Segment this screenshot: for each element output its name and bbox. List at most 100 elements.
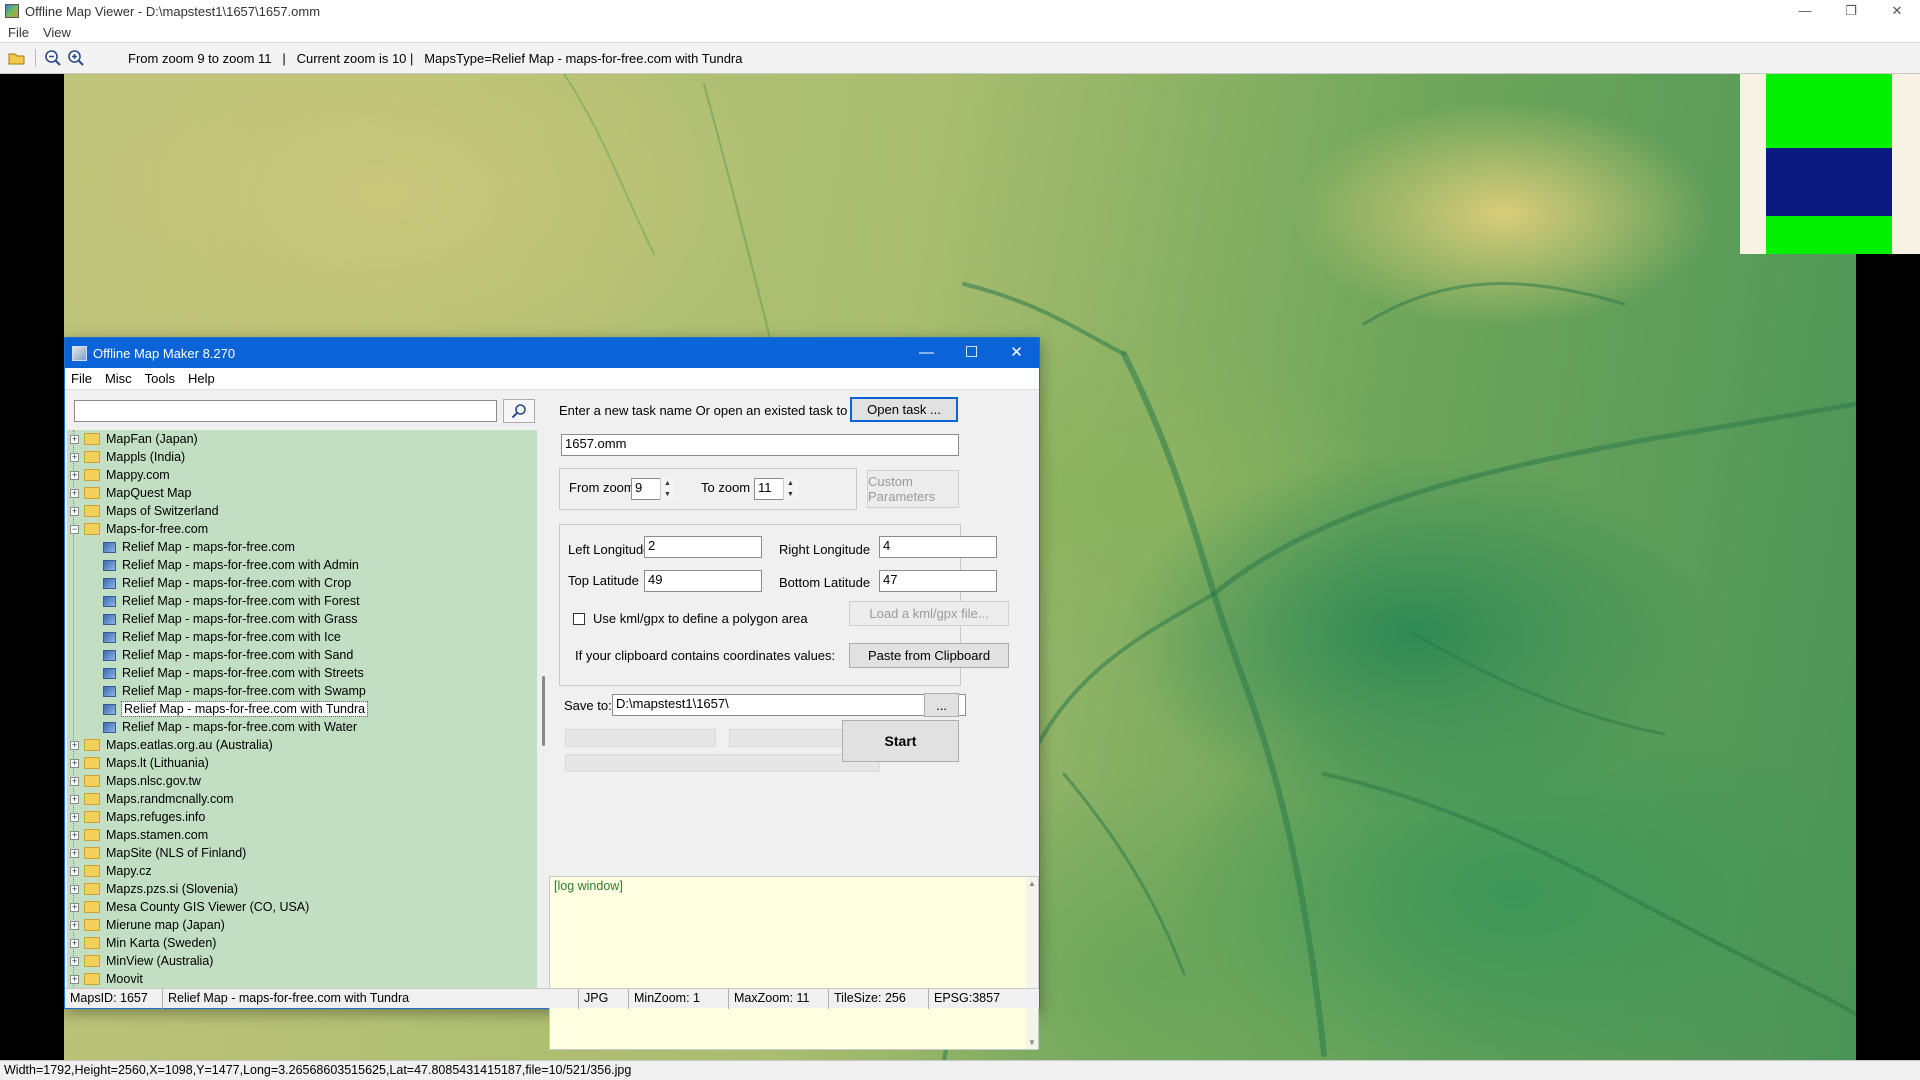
zoom-in-icon[interactable] bbox=[65, 47, 87, 69]
tree-folder-item[interactable]: + Mierune map (Japan) bbox=[67, 916, 537, 934]
tree-folder-item[interactable]: + MapQuest Map bbox=[67, 484, 537, 502]
tree-folder-item[interactable]: + Maps.refuges.info bbox=[67, 808, 537, 826]
expand-icon[interactable]: + bbox=[70, 902, 79, 912]
expand-icon[interactable]: + bbox=[70, 470, 79, 480]
expand-icon[interactable]: + bbox=[70, 884, 79, 894]
tree-child-item[interactable]: Relief Map - maps-for-free.com with Crop bbox=[67, 574, 537, 592]
tree-scrollbar[interactable] bbox=[539, 430, 549, 988]
dialog-menu-help[interactable]: Help bbox=[188, 371, 215, 386]
tree-folder-item[interactable]: + Maps.nlsc.gov.tw bbox=[67, 772, 537, 790]
zoom-out-icon[interactable] bbox=[42, 47, 64, 69]
expand-icon[interactable]: + bbox=[70, 506, 79, 516]
tree-folder-item[interactable]: − Maps-for-free.com bbox=[67, 520, 537, 538]
tree-child-item[interactable]: Relief Map - maps-for-free.com with Admi… bbox=[67, 556, 537, 574]
top-latitude-input[interactable]: 49 bbox=[644, 570, 762, 592]
paste-clipboard-button[interactable]: Paste from Clipboard bbox=[849, 643, 1009, 668]
tree-folder-item[interactable]: + Maps.lt (Lithuania) bbox=[67, 754, 537, 772]
tree-child-item[interactable]: Relief Map - maps-for-free.com bbox=[67, 538, 537, 556]
spin-down-icon[interactable]: ▼ bbox=[664, 491, 671, 498]
expand-icon[interactable]: + bbox=[70, 776, 79, 786]
custom-parameters-button[interactable]: Custom Parameters bbox=[867, 470, 959, 508]
from-zoom-spinner[interactable]: ▲ ▼ bbox=[660, 478, 674, 500]
tree-child-item[interactable]: Relief Map - maps-for-free.com with Sand bbox=[67, 646, 537, 664]
tree-child-item[interactable]: Relief Map - maps-for-free.com with Ice bbox=[67, 628, 537, 646]
expand-icon[interactable]: + bbox=[70, 434, 79, 444]
left-longitude-input[interactable]: 2 bbox=[644, 536, 762, 558]
open-folder-icon[interactable] bbox=[6, 47, 28, 69]
right-longitude-input[interactable]: 4 bbox=[879, 536, 997, 558]
minimize-icon[interactable]: — bbox=[1782, 0, 1828, 22]
expand-icon[interactable]: + bbox=[70, 938, 79, 948]
expand-icon[interactable]: + bbox=[70, 758, 79, 768]
bottom-latitude-input[interactable]: 47 bbox=[879, 570, 997, 592]
dialog-close-icon[interactable]: ✕ bbox=[994, 338, 1039, 368]
tree-folder-item[interactable]: + Maps.eatlas.org.au (Australia) bbox=[67, 736, 537, 754]
expand-icon[interactable]: + bbox=[70, 956, 79, 966]
save-to-input[interactable]: D:\mapstest1\1657\ bbox=[612, 694, 966, 716]
tree-child-item[interactable]: Relief Map - maps-for-free.com with Fore… bbox=[67, 592, 537, 610]
tree-child-item[interactable]: Relief Map - maps-for-free.com with Wate… bbox=[67, 718, 537, 736]
browse-button[interactable]: ... bbox=[924, 693, 959, 717]
tree-folder-item[interactable]: + Maps.stamen.com bbox=[67, 826, 537, 844]
expand-icon[interactable]: + bbox=[70, 866, 79, 876]
dialog-minimize-icon[interactable]: — bbox=[904, 338, 949, 368]
tree-folder-item[interactable]: + Mappy.com bbox=[67, 466, 537, 484]
tree-child-item[interactable]: Relief Map - maps-for-free.com with Gras… bbox=[67, 610, 537, 628]
collapse-icon[interactable]: − bbox=[70, 524, 79, 534]
expand-icon[interactable]: + bbox=[70, 452, 79, 462]
scroll-up-icon[interactable]: ▲ bbox=[1028, 879, 1036, 888]
maximize-icon[interactable]: ❐ bbox=[1828, 0, 1874, 22]
spin-up-icon[interactable]: ▲ bbox=[787, 480, 794, 487]
menu-view[interactable]: View bbox=[43, 25, 71, 40]
from-zoom-input[interactable]: 9 bbox=[631, 478, 661, 500]
tree-scrollbar-thumb[interactable] bbox=[542, 676, 545, 746]
map-search-input[interactable] bbox=[74, 400, 497, 422]
tree-folder-item[interactable]: + MapFan (Japan) bbox=[67, 430, 537, 448]
open-task-button[interactable]: Open task ... bbox=[850, 397, 958, 422]
dialog-menu-misc[interactable]: Misc bbox=[105, 371, 132, 386]
tree-folder-item[interactable]: + Maps.randmcnally.com bbox=[67, 790, 537, 808]
map-source-tree[interactable]: + MapFan (Japan) + Mappls (India) + Mappy.com… bbox=[67, 430, 537, 988]
tree-folder-item[interactable]: + Min Karta (Sweden) bbox=[67, 934, 537, 952]
spin-up-icon[interactable]: ▲ bbox=[664, 480, 671, 487]
tree-folder-item[interactable]: + Mesa County GIS Viewer (CO, USA) bbox=[67, 898, 537, 916]
expand-icon[interactable]: + bbox=[70, 920, 79, 930]
folder-icon bbox=[84, 901, 100, 913]
scroll-down-icon[interactable]: ▼ bbox=[1028, 1038, 1036, 1047]
log-window[interactable]: [log window] ▲ ▼ bbox=[549, 876, 1039, 1050]
dialog-maximize-icon[interactable]: ☐ bbox=[949, 338, 994, 368]
tree-folder-item[interactable]: + Maps of Switzerland bbox=[67, 502, 537, 520]
dialog-titlebar[interactable]: Offline Map Maker 8.270 — ☐ ✕ bbox=[65, 338, 1039, 368]
task-name-input[interactable]: 1657.omm bbox=[561, 434, 959, 456]
load-kml-button[interactable]: Load a kml/gpx file... bbox=[849, 601, 1009, 626]
tree-folder-item[interactable]: + Mapy.cz bbox=[67, 862, 537, 880]
tree-folder-item[interactable]: + MapSite (NLS of Finland) bbox=[67, 844, 537, 862]
dialog-menu-tools[interactable]: Tools bbox=[145, 371, 175, 386]
tree-folder-item[interactable]: + Moovit bbox=[67, 970, 537, 988]
expand-icon[interactable]: + bbox=[70, 974, 79, 984]
dialog-menu-file[interactable]: File bbox=[71, 371, 92, 386]
tree-item-label: Relief Map - maps-for-free.com with Sand bbox=[122, 648, 354, 662]
expand-icon[interactable]: + bbox=[70, 830, 79, 840]
log-scrollbar[interactable]: ▲ ▼ bbox=[1026, 877, 1038, 1049]
start-button[interactable]: Start bbox=[842, 720, 959, 762]
expand-icon[interactable]: + bbox=[70, 812, 79, 822]
to-zoom-spinner[interactable]: ▲ ▼ bbox=[783, 478, 797, 500]
expand-icon[interactable]: + bbox=[70, 794, 79, 804]
to-zoom-input[interactable]: 11 bbox=[754, 478, 784, 500]
expand-icon[interactable]: + bbox=[70, 740, 79, 750]
use-kml-checkbox[interactable] bbox=[573, 613, 585, 625]
tree-child-item[interactable]: Relief Map - maps-for-free.com with Swam… bbox=[67, 682, 537, 700]
tree-folder-item[interactable]: + Mapzs.pzs.si (Slovenia) bbox=[67, 880, 537, 898]
tree-folder-item[interactable]: + Mappls (India) bbox=[67, 448, 537, 466]
tree-child-item[interactable]: Relief Map - maps-for-free.com with Tund… bbox=[67, 700, 537, 718]
expand-icon[interactable]: + bbox=[70, 488, 79, 498]
spin-down-icon[interactable]: ▼ bbox=[787, 491, 794, 498]
close-icon[interactable]: ✕ bbox=[1874, 0, 1920, 22]
tree-folder-item[interactable]: + MinView (Australia) bbox=[67, 952, 537, 970]
map-layer-icon bbox=[103, 667, 116, 679]
tree-child-item[interactable]: Relief Map - maps-for-free.com with Stre… bbox=[67, 664, 537, 682]
expand-icon[interactable]: + bbox=[70, 848, 79, 858]
search-button[interactable] bbox=[503, 399, 535, 423]
menu-file[interactable]: File bbox=[8, 25, 29, 40]
